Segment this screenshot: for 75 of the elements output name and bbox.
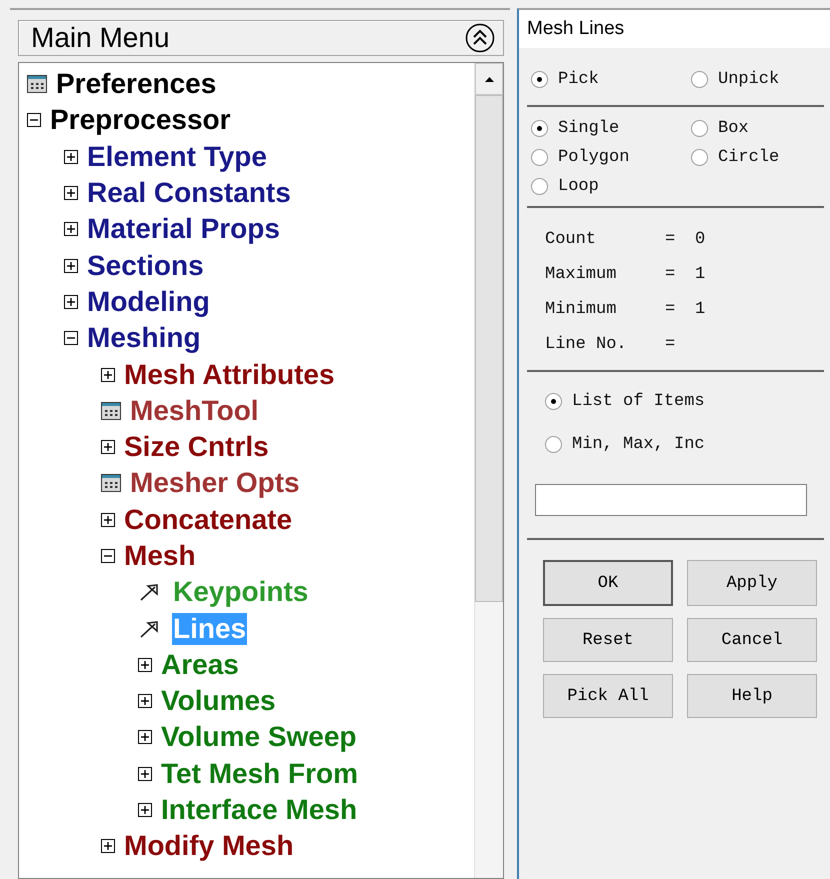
equals-sign: = [665,300,676,319]
stat-value: 1 [695,300,706,319]
menu-item[interactable]: Meshing [86,322,202,354]
menu-item[interactable]: Areas [160,648,240,681]
menu-item[interactable]: Modeling [86,286,211,318]
menu-item[interactable]: Mesher Opts [129,467,301,500]
stat-label: Minimum [545,300,618,319]
radio-option[interactable]: Circle [691,148,820,167]
menu-item[interactable]: Element Type [86,140,268,173]
dialog-button[interactable]: Reset [543,618,673,662]
dialog-icon [101,474,121,492]
menu-item[interactable]: Preferences [55,68,218,100]
expand-icon[interactable] [138,803,152,818]
radio-option[interactable]: Pick [531,70,691,89]
stat-label: Maximum [545,265,618,284]
menu-item[interactable]: Mesh [123,540,197,572]
menu-item[interactable]: Material Props [86,213,281,246]
menu-item[interactable]: Tet Mesh From [160,758,360,790]
menu-item[interactable]: Keypoints [172,576,310,608]
expand-icon[interactable] [101,368,115,382]
scrollbar[interactable] [474,63,503,878]
expand-icon[interactable] [64,150,78,164]
expand-icon[interactable] [64,186,78,200]
dialog-button[interactable]: Help [687,674,817,718]
radio-option[interactable]: Box [691,119,820,138]
stat-value: 0 [695,230,706,249]
menu-item[interactable]: Mesh Attributes [123,358,336,391]
stat-label: Line No. [545,335,628,354]
menu-item[interactable]: Concatenate [123,504,294,536]
input-field[interactable] [535,484,807,516]
expand-icon[interactable] [138,730,152,744]
radio-option[interactable]: Loop [531,177,691,196]
menu-item[interactable]: Preprocessor [49,104,232,136]
radio-option[interactable]: Single [531,119,691,138]
stat-value: 1 [695,265,706,284]
equals-sign: = [665,335,676,354]
dialog-icon [101,402,121,420]
dialog-icon [27,75,47,94]
expand-icon[interactable] [138,694,152,708]
collapse-icon[interactable] [27,113,41,128]
menu-item[interactable]: Interface Mesh [160,794,358,826]
dialog-button[interactable]: Apply [687,560,817,606]
equals-sign: = [665,230,676,249]
up-arrow-icon [484,76,494,82]
expand-icon[interactable] [101,440,115,454]
collapse-icon[interactable] [465,23,495,53]
scroll-up-button[interactable] [475,63,503,95]
dialog-title: Mesh Lines [519,10,830,48]
menu-item[interactable]: MeshTool [129,394,260,427]
scroll-thumb[interactable] [475,95,503,602]
menu-item[interactable]: Modify Mesh [123,830,295,862]
expand-icon[interactable] [64,258,78,273]
radio-option[interactable]: Unpick [691,70,820,89]
menu-item[interactable]: Volume Sweep [160,721,358,754]
stat-label: Count [545,230,598,249]
radio-option[interactable]: Min, Max, Inc [545,435,820,454]
menu-item[interactable]: Real Constants [86,177,292,210]
menu-item[interactable]: Size Cntrls [123,431,270,464]
expand-icon[interactable] [138,766,152,781]
menu-item[interactable]: Volumes [160,685,277,718]
dialog-button[interactable]: Pick All [543,674,673,718]
dialog-button[interactable]: Cancel [687,618,817,662]
radio-option[interactable]: List of Items [545,392,820,411]
expand-icon[interactable] [101,839,115,854]
expand-icon[interactable] [138,658,152,672]
collapse-icon[interactable] [64,331,78,346]
expand-icon[interactable] [64,222,78,236]
menu-item[interactable]: Sections [86,250,205,282]
radio-option[interactable]: Polygon [531,148,691,167]
dialog-button[interactable]: OK [543,560,673,606]
menu-title: Main Menu [31,22,170,54]
collapse-icon[interactable] [101,549,115,563]
expand-icon[interactable] [101,512,115,527]
equals-sign: = [665,265,676,284]
expand-icon[interactable] [64,294,78,309]
